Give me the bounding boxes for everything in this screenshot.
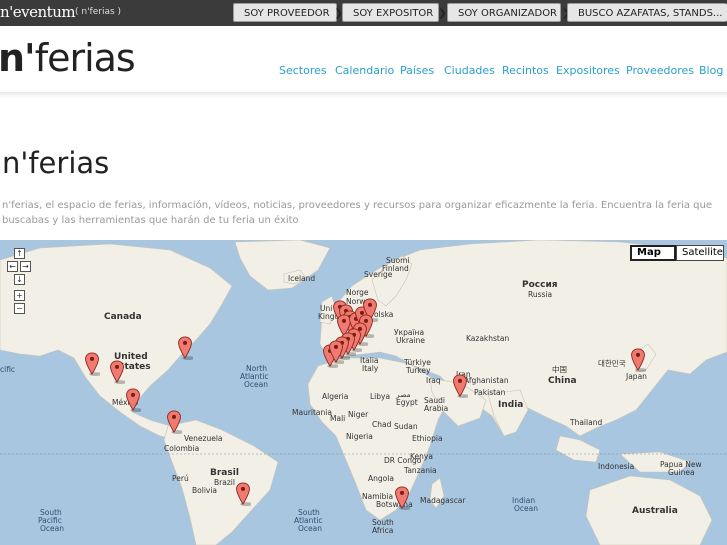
logo-prefix: n' [0,36,36,80]
soy-proveedor-button[interactable]: SOY PROVEEDOR ❯ [233,3,343,22]
label-brasil: Brasil [210,468,239,478]
nav-sectores[interactable]: Sectores [279,64,327,77]
neventum-logo[interactable]: n'eventum [0,3,76,21]
label-niger: Niger [348,410,369,419]
nav-proveedores[interactable]: Proveedores [626,64,694,77]
label-norge: Norge [346,288,369,297]
pan-up-button[interactable]: ↑ [14,248,25,259]
map-marker-icon[interactable] [166,410,182,434]
label-angola: Angola [368,474,394,483]
site-subtitle: ( n'ferias ) [75,7,122,17]
label-turkey: Turkey [406,366,431,375]
soy-proveedor-label: SOY PROVEEDOR [244,8,330,19]
nav-paises[interactable]: Países [400,64,434,77]
page-description: n'ferias, el espacio de ferias, informac… [2,200,713,226]
nav-ciudades[interactable]: Ciudades [444,64,495,77]
top-bar: n'eventum ( n'ferias ) SOY PROVEEDOR ❯ SO… [0,0,727,26]
map-marker-icon[interactable] [394,486,410,510]
busco-azafatas-label: BUSCO AZAFATAS, STANDS... [578,8,723,19]
label-china-zh: 中国 [552,365,567,374]
nav-blog[interactable]: Blog [699,64,723,77]
zoom-out-button[interactable]: − [14,303,25,314]
world-map[interactable]: Canada United States México North Atlant… [0,240,727,545]
label-italy: Italy [362,364,379,373]
label-saudi-2: Arabia [424,404,449,413]
nferias-logo[interactable]: n'ferias [0,36,136,80]
label-kazakhstan: Kazakhstan [466,334,510,343]
label-algeria: Algeria [322,392,349,401]
label-indian-2: Ocean [514,504,538,513]
label-iceland: Iceland [288,274,316,283]
label-colombia: Colombia [164,444,200,453]
label-thailand: Thailand [570,418,603,427]
label-ethiopia: Ethiopia [412,434,443,443]
label-japan: Japan [626,372,647,381]
label-pakistan: Pakistan [474,388,506,397]
page-title: n'ferias [2,146,110,180]
label-mali: Mali [330,414,346,423]
label-south-africa-2: Africa [372,526,394,535]
map-marker-icon[interactable] [177,336,193,360]
map-type-satellite[interactable]: Satellite [676,245,724,261]
label-pacific: cific [0,365,16,374]
chevron-right-icon: ❯ [438,8,447,19]
busco-azafatas-button[interactable]: BUSCO AZAFATAS, STANDS... [567,3,727,22]
map-marker-icon[interactable] [109,360,125,384]
label-iraq: Iraq [426,376,441,385]
map-marker-icon[interactable] [452,374,468,398]
label-sverige: Sverige [364,270,393,279]
label-libya: Libya [370,392,391,401]
label-chad: Chad [372,420,392,429]
soy-organizador-label: SOY ORGANIZADOR [458,8,558,19]
label-afghanistan: Afghanistan [464,376,509,385]
soy-organizador-button[interactable]: SOY ORGANIZADOR❯ [447,3,570,22]
label-russia-ru: Россия [522,280,558,290]
map-marker-icon[interactable] [630,348,646,372]
label-canada: Canada [104,312,142,322]
label-north-atlantic-3: Ocean [244,380,268,389]
nav-calendario[interactable]: Calendario [335,64,394,77]
label-ukraine: Ukraine [396,336,425,345]
label-china: China [548,376,577,386]
soy-expositor-button[interactable]: SOY EXPOSITOR ❯ [342,3,447,22]
label-south-pacific-3: Ocean [40,524,64,533]
label-papua-2: Guinea [668,468,695,477]
label-kenya: Kenya [410,452,433,461]
map-marker-icon[interactable] [328,340,344,364]
label-russia: Russia [528,290,553,299]
label-egypt: Egypt [396,398,418,407]
soy-expositor-label: SOY EXPOSITOR [353,8,434,19]
label-nigeria: Nigeria [346,432,373,441]
header-divider [0,92,727,98]
label-madagascar: Madagascar [420,496,466,505]
label-india: India [498,400,524,410]
label-venezuela: Venezuela [184,434,223,443]
zoom-in-button[interactable]: + [14,290,25,301]
label-korea: 대한민국 [598,359,626,368]
nav-expositores[interactable]: Expositores [556,64,620,77]
label-brazil: Brazil [214,478,235,487]
label-tanzania: Tanzania [404,466,437,475]
label-bolivia: Bolivia [192,486,218,495]
label-mauritania: Mauritania [292,408,332,417]
map-marker-icon[interactable] [235,482,251,506]
map-type-map[interactable]: Map [630,245,676,261]
map-marker-icon[interactable] [125,388,141,412]
label-australia: Australia [632,506,678,516]
label-indonesia: Indonesia [598,462,635,471]
pan-right-button[interactable]: → [20,261,31,272]
label-south-atlantic-3: Ocean [298,524,322,533]
map-marker-icon[interactable] [84,352,100,376]
label-peru: Perú [172,474,189,483]
pan-left-button[interactable]: ← [7,261,18,272]
pan-down-button[interactable]: ↓ [14,274,25,285]
nav-recintos[interactable]: Recintos [502,64,549,77]
logo-text: ferias [34,36,136,80]
label-sudan: Sudan [394,422,418,431]
